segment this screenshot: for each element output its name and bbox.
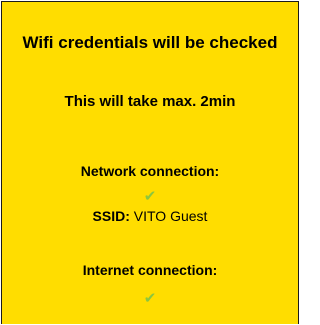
dialog-title: Wifi credentials will be checked [22,33,278,52]
internet-checkmark-icon: ✔ [143,290,157,307]
ssid-label: SSID: [92,208,130,224]
internet-connection-heading: Internet connection: [82,262,218,278]
wifi-check-dialog: Wifi credentials will be checked This wi… [1,1,299,324]
network-checkmark-icon: ✔ [143,188,157,205]
network-connection-heading: Network connection: [80,163,220,179]
ssid-line: SSID: VITO Guest [2,207,298,225]
ssid-value: VITO Guest [133,208,208,224]
duration-note: This will take max. 2min [64,93,236,110]
